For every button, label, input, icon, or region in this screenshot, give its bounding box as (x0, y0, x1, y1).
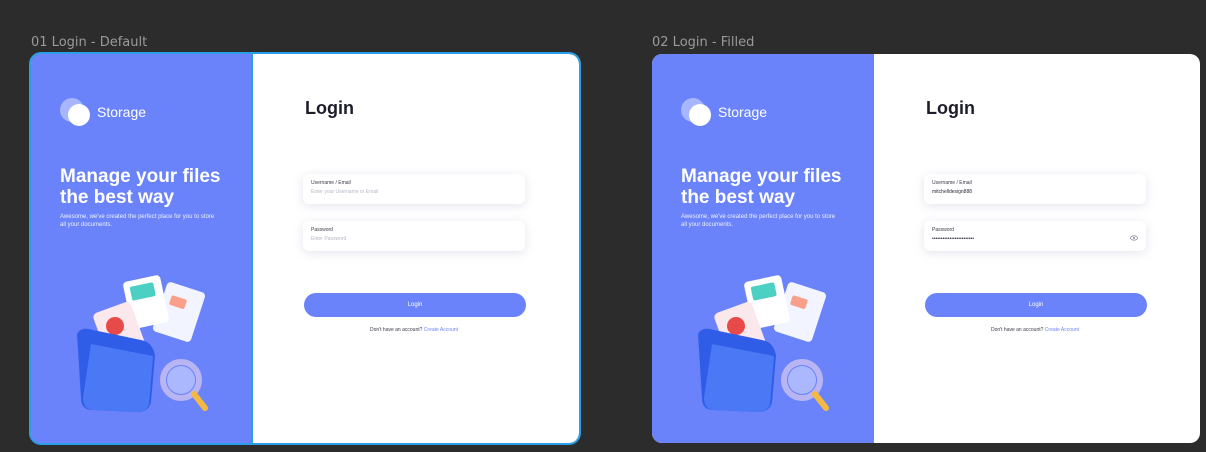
brand-name: Storage (718, 104, 768, 120)
username-placeholder: Enter your Username or Email (311, 189, 379, 195)
hero-subtext: Awesome, we've created the perfect place… (60, 214, 215, 228)
frame-login-default[interactable]: Storage Manage your files the best way A… (29, 52, 581, 445)
password-field[interactable]: Password •••••••••••••••••••••••• (924, 221, 1146, 251)
password-field[interactable]: Password Enter Password (303, 221, 525, 251)
brand-name: Storage (97, 104, 147, 120)
username-label: Username / Email (932, 180, 972, 186)
login-button[interactable]: Login (304, 293, 526, 317)
page-title: Login (305, 98, 354, 118)
storage-logo-icon (681, 98, 711, 128)
storage-logo-icon (60, 98, 90, 128)
signup-prompt: Don't have an account? Create Account (303, 327, 525, 333)
login-panel: Login Username / Email mitchelldesign888… (874, 54, 1200, 443)
folder-illustration (698, 275, 829, 412)
frame-label-default[interactable]: 01 Login - Default (31, 35, 147, 50)
username-field[interactable]: Username / Email mitchelldesign888 (924, 174, 1146, 204)
folder-illustration (77, 275, 208, 412)
hero-headline: Manage your files the best way (60, 166, 221, 208)
username-value: mitchelldesign888 (932, 189, 973, 195)
eye-icon[interactable] (1130, 235, 1138, 241)
hero-panel: Storage Manage your files the best way A… (652, 54, 874, 443)
signup-prompt: Don't have an account? Create Account (924, 327, 1146, 333)
page-title: Login (926, 98, 975, 118)
create-account-link[interactable]: Create Account (1045, 327, 1079, 333)
hero-subtext: Awesome, we've created the perfect place… (681, 214, 836, 228)
frame-login-filled[interactable]: Storage Manage your files the best way A… (652, 54, 1200, 443)
password-placeholder: Enter Password (311, 236, 347, 242)
signup-text: Don't have an account? (991, 327, 1044, 333)
create-account-link[interactable]: Create Account (424, 327, 458, 333)
hero-headline: Manage your files the best way (681, 166, 842, 208)
username-label: Username / Email (311, 180, 351, 186)
signup-text: Don't have an account? (370, 327, 423, 333)
login-button[interactable]: Login (925, 293, 1147, 317)
hero-panel: Storage Manage your files the best way A… (31, 54, 253, 443)
password-label: Password (932, 227, 954, 233)
password-value: •••••••••••••••••••••••• (932, 236, 975, 242)
password-label: Password (311, 227, 333, 233)
login-panel: Login Username / Email Enter your Userna… (253, 54, 579, 443)
username-field[interactable]: Username / Email Enter your Username or … (303, 174, 525, 204)
frame-label-filled[interactable]: 02 Login - Filled (652, 35, 754, 50)
